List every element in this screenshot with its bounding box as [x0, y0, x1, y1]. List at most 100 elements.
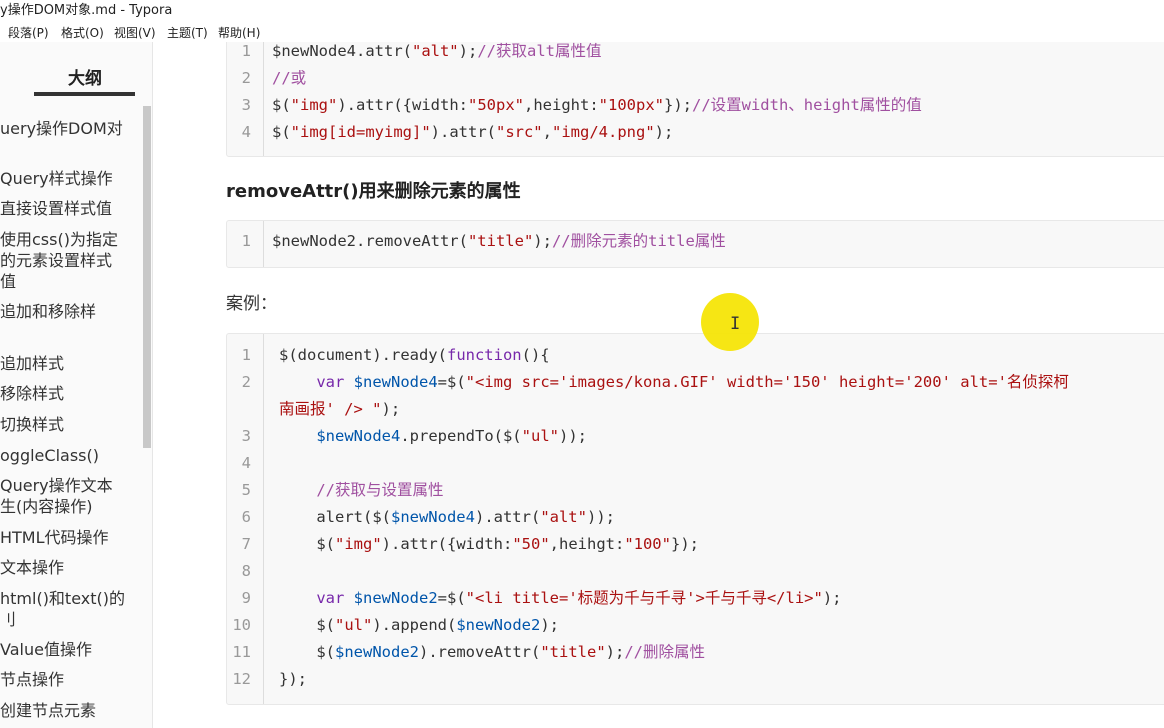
outline-item[interactable]: Query操作文本	[0, 475, 113, 496]
code-token: "ul"	[521, 427, 559, 445]
outline-item[interactable]: 切换样式	[0, 414, 64, 435]
code-line: 4	[227, 450, 1164, 477]
line-number: 4	[241, 123, 251, 141]
sidebar-scrollbar[interactable]	[143, 106, 151, 448]
code-token: "<li title='标题为千与千寻'>千与千寻</li>"	[465, 589, 823, 607]
outline-item[interactable]: oggleClass()	[0, 445, 99, 466]
code-token: //删除元素的title属性	[551, 232, 726, 250]
code-text: $("img").attr({width:"50",heihgt:"100"})…	[279, 531, 699, 558]
code-token: "50px"	[468, 96, 524, 114]
code-token: //删除属性	[624, 643, 705, 661]
code-token: alert($(	[279, 508, 391, 526]
code-token: );	[533, 232, 552, 250]
code-text: 南画报' /> ");	[279, 396, 400, 423]
code-token: );	[822, 589, 842, 607]
line-number: 1	[241, 346, 251, 364]
code-line: 1 $newNode2.removeAttr("title");//删除元素的ti…	[227, 228, 1164, 255]
code-token: ).attr({width:	[381, 535, 513, 553]
paragraph-example: 案例：	[226, 294, 277, 314]
line-number: 11	[232, 643, 251, 661]
code-text: $newNode4.prependTo($("ul"));	[279, 423, 587, 450]
menu-view[interactable]: 视图(V)	[114, 24, 156, 41]
code-token: "100"	[624, 535, 671, 553]
code-line: 7 $("img").attr({width:"50",heihgt:"100"…	[227, 531, 1164, 558]
code-token: ));	[586, 508, 615, 526]
outline-item[interactable]: 文本操作	[0, 557, 64, 578]
code-token: );	[458, 42, 478, 60]
outline-item[interactable]: 刂	[0, 609, 16, 630]
line-number: 5	[241, 481, 251, 499]
code-text: $newNode4.attr("alt");//获取alt属性值	[272, 42, 602, 65]
outline-item[interactable]: 生(内容操作)	[0, 496, 93, 517]
code-token: );	[654, 123, 674, 141]
code-text: $(document).ready(function(){	[279, 342, 550, 369]
code-text: //获取与设置属性	[279, 477, 443, 504]
code-text: $newNode2.removeAttr("title");//删除元素的tit…	[272, 228, 726, 255]
code-token: (){	[521, 346, 550, 364]
outline-item[interactable]: 的元素设置样式	[0, 250, 112, 271]
code-line: 3 $("img").attr({width:"50px",height:"100…	[227, 92, 1164, 119]
menu-bar: 段落(P) 格式(O) 视图(V) 主题(T) 帮助(H)	[0, 22, 1164, 42]
line-number: 1	[241, 42, 251, 60]
outline-sidebar: 大纲 uery操作DOM对 Query样式操作 直接设置样式值 使用css()为指定的…	[0, 42, 153, 728]
text-cursor-icon: I	[730, 314, 741, 334]
outline-item[interactable]: Query样式操作	[0, 168, 113, 189]
outline-item[interactable]: 创建节点元素	[0, 700, 96, 721]
code-token: "ul"	[335, 616, 373, 634]
code-token: });	[279, 670, 307, 688]
outline-item[interactable]: html()和text()的	[0, 588, 125, 609]
code-token: ,	[542, 123, 552, 141]
outline-item[interactable]: 节点操作	[0, 669, 64, 690]
code-text: $($newNode2).removeAttr("title");//删除属性	[279, 639, 705, 666]
code-text: });	[279, 666, 307, 693]
code-token: "100px"	[598, 96, 664, 114]
code-token: $newNode4	[353, 373, 438, 391]
code-token: "img"	[290, 96, 338, 114]
outline-item[interactable]: 追加样式	[0, 353, 64, 374]
outline-item[interactable]: HTML代码操作	[0, 527, 109, 548]
code-token: $(	[272, 123, 291, 141]
outline-item[interactable]: 使用css()为指定	[0, 229, 118, 250]
code-text: $("img[id=myimg]").attr("src","img/4.png…	[272, 119, 673, 146]
code-token: $newNode2	[335, 643, 419, 661]
line-number: 4	[241, 454, 251, 472]
outline-item[interactable]: Value值操作	[0, 639, 92, 660]
code-block-attr[interactable]: 1 $newNode4.attr("alt");//获取alt属性值 2//或 3 $(…	[226, 42, 1164, 157]
outline-item[interactable]: uery操作DOM对	[0, 118, 123, 139]
code-token: "alt"	[540, 508, 587, 526]
code-token: //设置width、height属性的值	[691, 96, 922, 114]
line-number: 12	[232, 670, 251, 688]
code-token: "<img src='images/kona.GIF' width='150' …	[465, 373, 1069, 391]
menu-theme[interactable]: 主题(T)	[167, 24, 208, 41]
code-token: $(	[279, 616, 335, 634]
editor-area[interactable]: 1 $newNode4.attr("alt");//获取alt属性值 2//或 3 $(…	[153, 42, 1164, 728]
code-token: ,height:	[524, 96, 599, 114]
title-bar: y操作DOM对象.md - Typora	[0, 0, 1164, 22]
line-number: 6	[241, 508, 251, 526]
line-number: 3	[241, 427, 251, 445]
code-block-example[interactable]: 1 $(document).ready(function(){2 var $new…	[226, 333, 1164, 705]
outline-item[interactable]: 直接设置样式值	[0, 198, 112, 219]
code-token: =$(	[437, 589, 466, 607]
code-block-removeattr[interactable]: 1 $newNode2.removeAttr("title");//删除元素的ti…	[226, 220, 1164, 268]
code-text: var $newNode4=$("<img src='images/kona.G…	[279, 369, 1069, 396]
menu-format[interactable]: 格式(O)	[61, 24, 104, 41]
code-text: $("img").attr({width:"50px",height:"100p…	[272, 92, 922, 119]
code-line: 4 $("img[id=myimg]").attr("src","img/4.pn…	[227, 119, 1164, 146]
line-number: 8	[241, 562, 251, 580]
code-line: 6 alert($($newNode4).attr("alt"));	[227, 504, 1164, 531]
code-token: "src"	[495, 123, 543, 141]
code-token: //或	[272, 69, 307, 87]
code-token: //获取alt属性值	[477, 42, 602, 60]
menu-paragraph[interactable]: 段落(P)	[8, 24, 49, 41]
menu-help[interactable]: 帮助(H)	[218, 24, 260, 41]
code-token: $newNode2.removeAttr(	[272, 232, 468, 250]
outline-item[interactable]: 值	[0, 271, 16, 292]
line-number: 10	[232, 616, 251, 634]
code-token: .prependTo($(	[400, 427, 522, 445]
outline-item[interactable]: 追加和移除样	[0, 301, 96, 322]
outline-item[interactable]: 移除样式	[0, 383, 64, 404]
